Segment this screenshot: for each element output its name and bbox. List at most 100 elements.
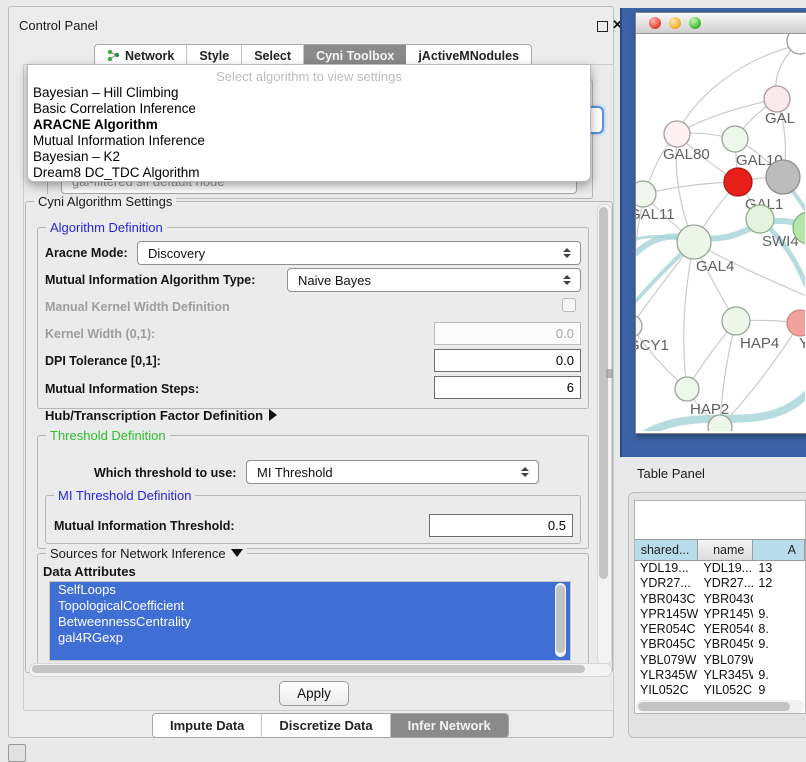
network-node-gal4[interactable] — [677, 225, 711, 259]
node-label: HAP4 — [740, 335, 779, 352]
threshold-definition-title: Threshold Definition — [46, 428, 170, 443]
control-panel: Control Panel ✕ NetworkStyleSelectCyni T… — [8, 6, 614, 738]
tab-jactivemnodules[interactable]: jActiveMNodules — [406, 45, 531, 66]
tab-cyni-toolbox[interactable]: Cyni Toolbox — [304, 45, 406, 66]
window-minimize-icon[interactable] — [669, 17, 681, 29]
network-node[interactable] — [787, 34, 805, 54]
window-close-icon[interactable] — [649, 17, 661, 29]
table-cell: YBR045C — [635, 637, 698, 652]
table-cell: YBL079W — [698, 653, 753, 668]
table-row[interactable]: YBR045CYBR045C9. — [635, 637, 805, 652]
tab-style[interactable]: Style — [187, 45, 242, 66]
network-node-gal10[interactable] — [722, 126, 748, 152]
bottom-tab-impute-data[interactable]: Impute Data — [153, 714, 262, 737]
kernel-width-field[interactable]: 0.0 — [434, 322, 581, 345]
column-header-a[interactable]: A — [753, 539, 805, 561]
table-cell: 13 — [753, 561, 805, 576]
aracne-mode-combo[interactable]: Discovery — [137, 241, 581, 265]
which-threshold-label: Which threshold to use: — [94, 466, 236, 480]
kernel-width-label: Kernel Width (0,1): — [45, 327, 155, 341]
network-window-titlebar[interactable] — [636, 13, 806, 34]
apply-button[interactable]: Apply — [279, 681, 349, 706]
attribute-item[interactable]: SelfLoops — [50, 582, 570, 598]
table-panel-title: Table Panel — [637, 466, 705, 481]
combo-stepper-icon — [517, 467, 538, 477]
table-body: YDL19...YDL19...13YDR27...YDR27...12YBR0… — [635, 561, 805, 698]
table-row[interactable]: YDL19...YDL19...13 — [635, 561, 805, 576]
bottom-tab-discretize-data[interactable]: Discretize Data — [262, 714, 390, 737]
network-node-gal[interactable] — [764, 86, 790, 112]
network-window: GALGAL80GAL10GAL1GAL11SWI4GAL4GCY1HAP4YH… — [635, 12, 806, 434]
tab-label: Network — [125, 49, 174, 63]
algorithm-dropdown-list: Bayesian – Hill ClimbingBasic Correlatio… — [28, 85, 590, 181]
table-row[interactable]: YBR043CYBR043C — [635, 592, 805, 607]
table-cell: YLR345W — [698, 668, 753, 683]
cyni-algorithm-settings-title: Cyni Algorithm Settings — [34, 194, 176, 209]
table-row[interactable]: YBL079WYBL079W — [635, 653, 805, 668]
network-edge[interactable] — [684, 242, 694, 389]
mi-type-label: Mutual Information Algorithm Type: — [45, 273, 255, 287]
attribute-item[interactable]: BetweennessCentrality — [50, 614, 570, 630]
table-cell: 9. — [753, 637, 805, 652]
tab-label: Cyni Toolbox — [316, 49, 394, 63]
control-panel-title: Control Panel — [19, 18, 98, 33]
settings-vertical-scrollbar[interactable] — [597, 204, 612, 665]
window-zoom-icon[interactable] — [689, 17, 701, 29]
table-cell — [753, 653, 805, 668]
minimized-panel-icon[interactable] — [8, 744, 26, 762]
manual-kernel-checkbox[interactable] — [562, 298, 576, 312]
network-canvas[interactable]: GALGAL80GAL10GAL1GAL11SWI4GAL4GCY1HAP4YH… — [636, 34, 805, 431]
table-row[interactable]: YPR145WYPR145W9. — [635, 607, 805, 622]
network-node-hap4[interactable] — [722, 307, 750, 335]
mi-steps-field[interactable]: 6 — [434, 376, 581, 399]
network-node-swi4[interactable] — [746, 205, 774, 233]
hub-definition-toggle[interactable]: Hub/Transcription Factor Definition — [45, 408, 277, 423]
algorithm-option[interactable]: Bayesian – Hill Climbing — [28, 85, 590, 101]
network-node[interactable] — [766, 160, 800, 194]
algorithm-option[interactable]: Dream8 DC_TDC Algorithm — [28, 165, 590, 181]
network-node-gal1[interactable] — [724, 168, 752, 196]
combo-stepper-icon — [559, 275, 580, 285]
attribute-item[interactable] — [50, 646, 570, 661]
mi-threshold-field[interactable]: 0.5 — [429, 514, 573, 537]
attribute-item[interactable]: TopologicalCoefficient — [50, 598, 570, 614]
algorithm-option[interactable]: ARACNE Algorithm — [28, 117, 590, 133]
table-cell: 8. — [753, 622, 805, 637]
node-label: GAL11 — [636, 206, 675, 223]
bottom-tab-infer-network[interactable]: Infer Network — [391, 714, 508, 737]
tab-select[interactable]: Select — [242, 45, 304, 66]
panel-splitter-handle[interactable] — [606, 369, 613, 378]
table-horizontal-scrollbar[interactable] — [636, 700, 804, 713]
float-panel-icon[interactable] — [597, 21, 608, 32]
which-threshold-combo[interactable]: MI Threshold — [246, 460, 539, 484]
network-node-gal80[interactable] — [664, 121, 690, 147]
network-node-y[interactable] — [787, 310, 805, 336]
settings-horizontal-scrollbar[interactable] — [29, 663, 612, 677]
table-row[interactable]: YDR27...YDR27...12 — [635, 576, 805, 591]
manual-kernel-label: Manual Kernel Width Definition — [45, 300, 230, 314]
table-cell: YBR043C — [635, 592, 698, 607]
network-node-hap2[interactable] — [675, 377, 699, 401]
table-row[interactable]: YIL052CYIL052C9 — [635, 683, 805, 698]
algorithm-option[interactable]: Basic Correlation Inference — [28, 101, 590, 117]
data-attributes-list[interactable]: SelfLoopsTopologicalCoefficientBetweenne… — [49, 581, 571, 661]
network-node-gcy1[interactable] — [636, 315, 642, 337]
network-node-gal11[interactable] — [636, 181, 656, 207]
mi-steps-label: Mutual Information Steps: — [45, 382, 199, 396]
dpi-tolerance-field[interactable]: 0.0 — [434, 349, 581, 372]
algorithm-option[interactable]: Bayesian – K2 — [28, 149, 590, 165]
attributes-scrollbar[interactable] — [555, 583, 566, 657]
table-row[interactable]: YER054CYER054C8. — [635, 622, 805, 637]
column-header-name[interactable]: name — [698, 539, 753, 561]
attribute-item[interactable]: gal4RGexp — [50, 630, 570, 646]
node-label: SWI4 — [762, 233, 799, 250]
tab-network[interactable]: Network — [95, 45, 187, 66]
algorithm-option[interactable]: Mutual Information Inference — [28, 133, 590, 149]
table-row[interactable]: YLR345WYLR345W9. — [635, 668, 805, 683]
table-cell: YDR27... — [635, 576, 698, 591]
column-header-shared[interactable]: shared... — [635, 539, 698, 561]
data-attributes-label: Data Attributes — [43, 564, 136, 579]
which-threshold-value: MI Threshold — [257, 465, 333, 480]
mi-type-combo[interactable]: Naive Bayes — [287, 268, 581, 292]
table-cell: 9. — [753, 607, 805, 622]
